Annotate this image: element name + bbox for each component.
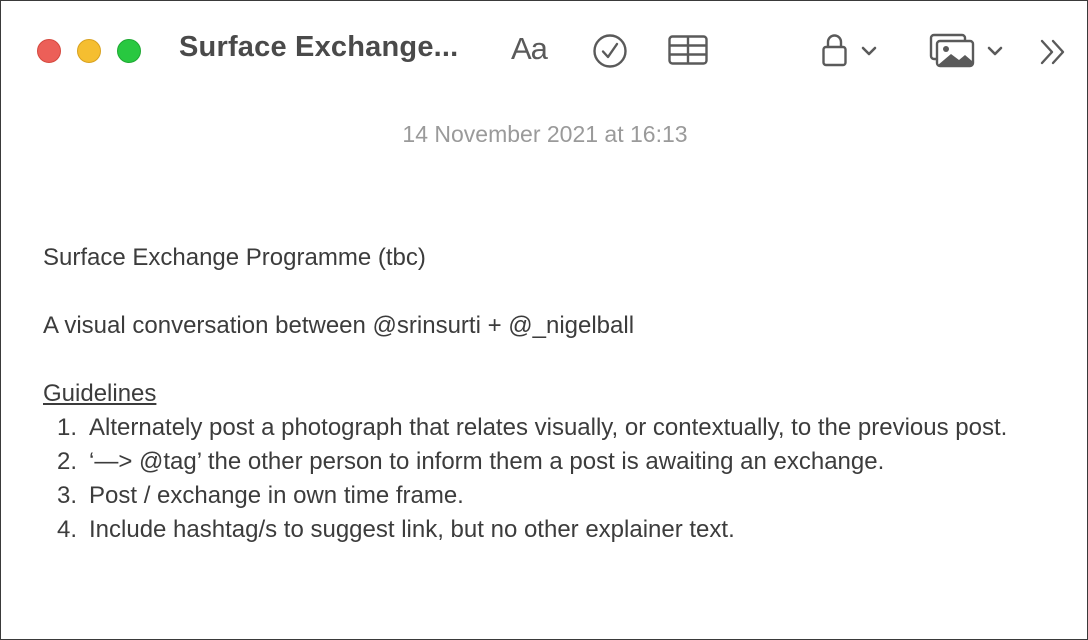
- note-subtitle-line[interactable]: A visual conversation between @srinsurti…: [43, 309, 1053, 343]
- list-item[interactable]: 4. Include hashtag/s to suggest link, bu…: [43, 513, 1053, 547]
- checklist-icon[interactable]: [592, 33, 628, 69]
- list-item-number: 2.: [57, 448, 78, 475]
- list-item-text[interactable]: Alternately post a photograph that relat…: [89, 414, 1007, 441]
- window-title: Surface Exchange...: [179, 31, 459, 63]
- close-window-button[interactable]: [37, 39, 61, 63]
- list-item-number: 3.: [57, 482, 78, 509]
- list-item-text[interactable]: ‘—> @tag’ the other person to inform the…: [89, 448, 884, 475]
- note-title-line[interactable]: Surface Exchange Programme (tbc): [43, 241, 1053, 275]
- minimize-window-button[interactable]: [77, 39, 101, 63]
- guidelines-list: 1. Alternately post a photograph that re…: [43, 411, 1053, 547]
- more-chevrons-icon[interactable]: [1039, 37, 1069, 67]
- zoom-window-button[interactable]: [117, 39, 141, 63]
- notes-window: Surface Exchange... Aa 14 November 2021 …: [0, 0, 1088, 640]
- list-item-number: 4.: [57, 516, 78, 543]
- toolbar: Surface Exchange... Aa: [1, 1, 1087, 101]
- list-item-text[interactable]: Post / exchange in own time frame.: [89, 482, 464, 509]
- list-item[interactable]: 3. Post / exchange in own time frame.: [43, 479, 1053, 513]
- table-icon[interactable]: [668, 35, 708, 65]
- note-body[interactable]: Surface Exchange Programme (tbc) A visua…: [43, 241, 1053, 547]
- note-timestamp: 14 November 2021 at 16:13: [402, 121, 688, 147]
- list-item-number: 1.: [57, 414, 78, 441]
- font-format-icon[interactable]: Aa: [511, 31, 548, 67]
- guidelines-heading[interactable]: Guidelines: [43, 377, 1053, 411]
- list-item[interactable]: 2. ‘—> @tag’ the other person to inform …: [43, 445, 1053, 479]
- lock-menu-button[interactable]: [821, 32, 883, 68]
- list-item[interactable]: 1. Alternately post a photograph that re…: [43, 411, 1053, 445]
- list-item-text[interactable]: Include hashtag/s to suggest link, but n…: [89, 516, 735, 543]
- media-menu-button[interactable]: [929, 32, 1009, 68]
